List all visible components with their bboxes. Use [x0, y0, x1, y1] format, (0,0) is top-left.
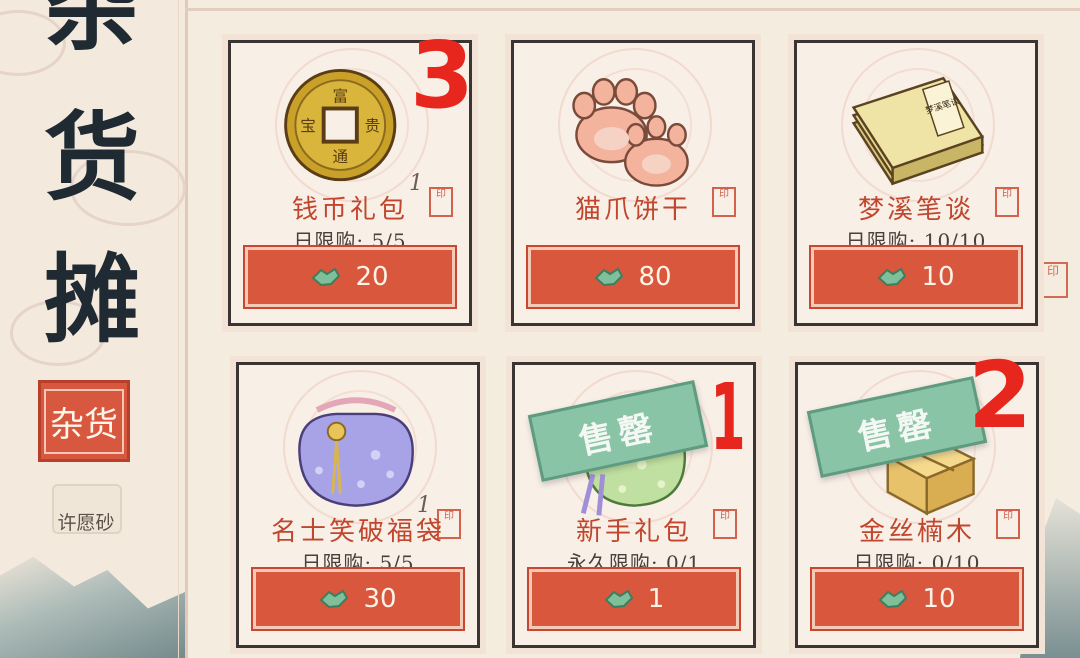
sold-out-label: 售罄	[575, 406, 663, 463]
item-name: 新手礼包	[575, 517, 692, 547]
shop-title-char-3: 摊	[44, 243, 140, 356]
tab-groceries-label: 杂货	[44, 388, 124, 454]
shop-title-char-1: 杂	[44, 0, 140, 64]
sidebar: 杂 货 摊 杂货 许愿砂	[0, 0, 188, 658]
item-name: 名士笑破福袋	[270, 517, 445, 547]
jade-currency-icon	[877, 267, 907, 287]
jade-currency-icon	[878, 589, 908, 609]
mountain-decoration	[0, 556, 185, 658]
price: 80	[638, 262, 672, 292]
buy-button[interactable]: 20	[245, 247, 455, 307]
shop-title-char-2: 货	[44, 101, 140, 214]
item-name: 钱币礼包	[291, 195, 408, 225]
buy-button[interactable]: 1	[529, 569, 739, 629]
annotation-number: 3	[410, 22, 475, 129]
shop-item-card[interactable]: 印 猫爪饼干 80	[511, 40, 755, 326]
sold-out-label: 售罄	[854, 402, 942, 459]
buy-button[interactable]: 30	[253, 569, 463, 629]
seal-stamp-icon: 印	[1038, 262, 1068, 298]
lucky-bag-icon	[298, 397, 414, 507]
shop-item-card[interactable]: 1 印 名士笑破福袋 日限购: 5/5 30	[236, 362, 480, 648]
item-name: 梦溪笔谈	[857, 195, 974, 225]
shop-item-card[interactable]: 梦溪笔谈 印 梦溪笔谈 日限购: 10/10 10	[794, 40, 1038, 326]
cat-paw-cookie-icon	[572, 78, 689, 187]
frame-border	[185, 8, 1080, 11]
annotation-number: 1	[710, 364, 746, 471]
jade-currency-icon	[594, 267, 624, 287]
jade-currency-icon	[604, 589, 633, 609]
price: 10	[921, 262, 955, 292]
item-name: 金丝楠木	[858, 517, 975, 547]
buy-button[interactable]: 80	[528, 247, 738, 307]
price: 1	[647, 584, 665, 614]
tab-groceries[interactable]: 杂货	[38, 380, 130, 462]
item-name: 猫爪饼干	[574, 195, 691, 225]
coin-char: 富	[332, 88, 348, 106]
buy-button[interactable]: 10	[811, 247, 1021, 307]
jade-currency-icon	[311, 267, 341, 287]
coin-char: 宝	[300, 117, 316, 135]
buy-button[interactable]: 10	[812, 569, 1022, 629]
price: 20	[355, 262, 389, 292]
annotation-number: 2	[968, 342, 1033, 449]
coin-char: 贵	[365, 117, 381, 135]
coin-char: 通	[332, 148, 348, 166]
price: 10	[922, 584, 956, 614]
price: 30	[363, 584, 397, 614]
jade-currency-icon	[319, 589, 349, 609]
tab-wish-sand[interactable]: 许愿砂	[26, 508, 146, 535]
book-stack-icon: 梦溪笔谈	[851, 76, 985, 186]
